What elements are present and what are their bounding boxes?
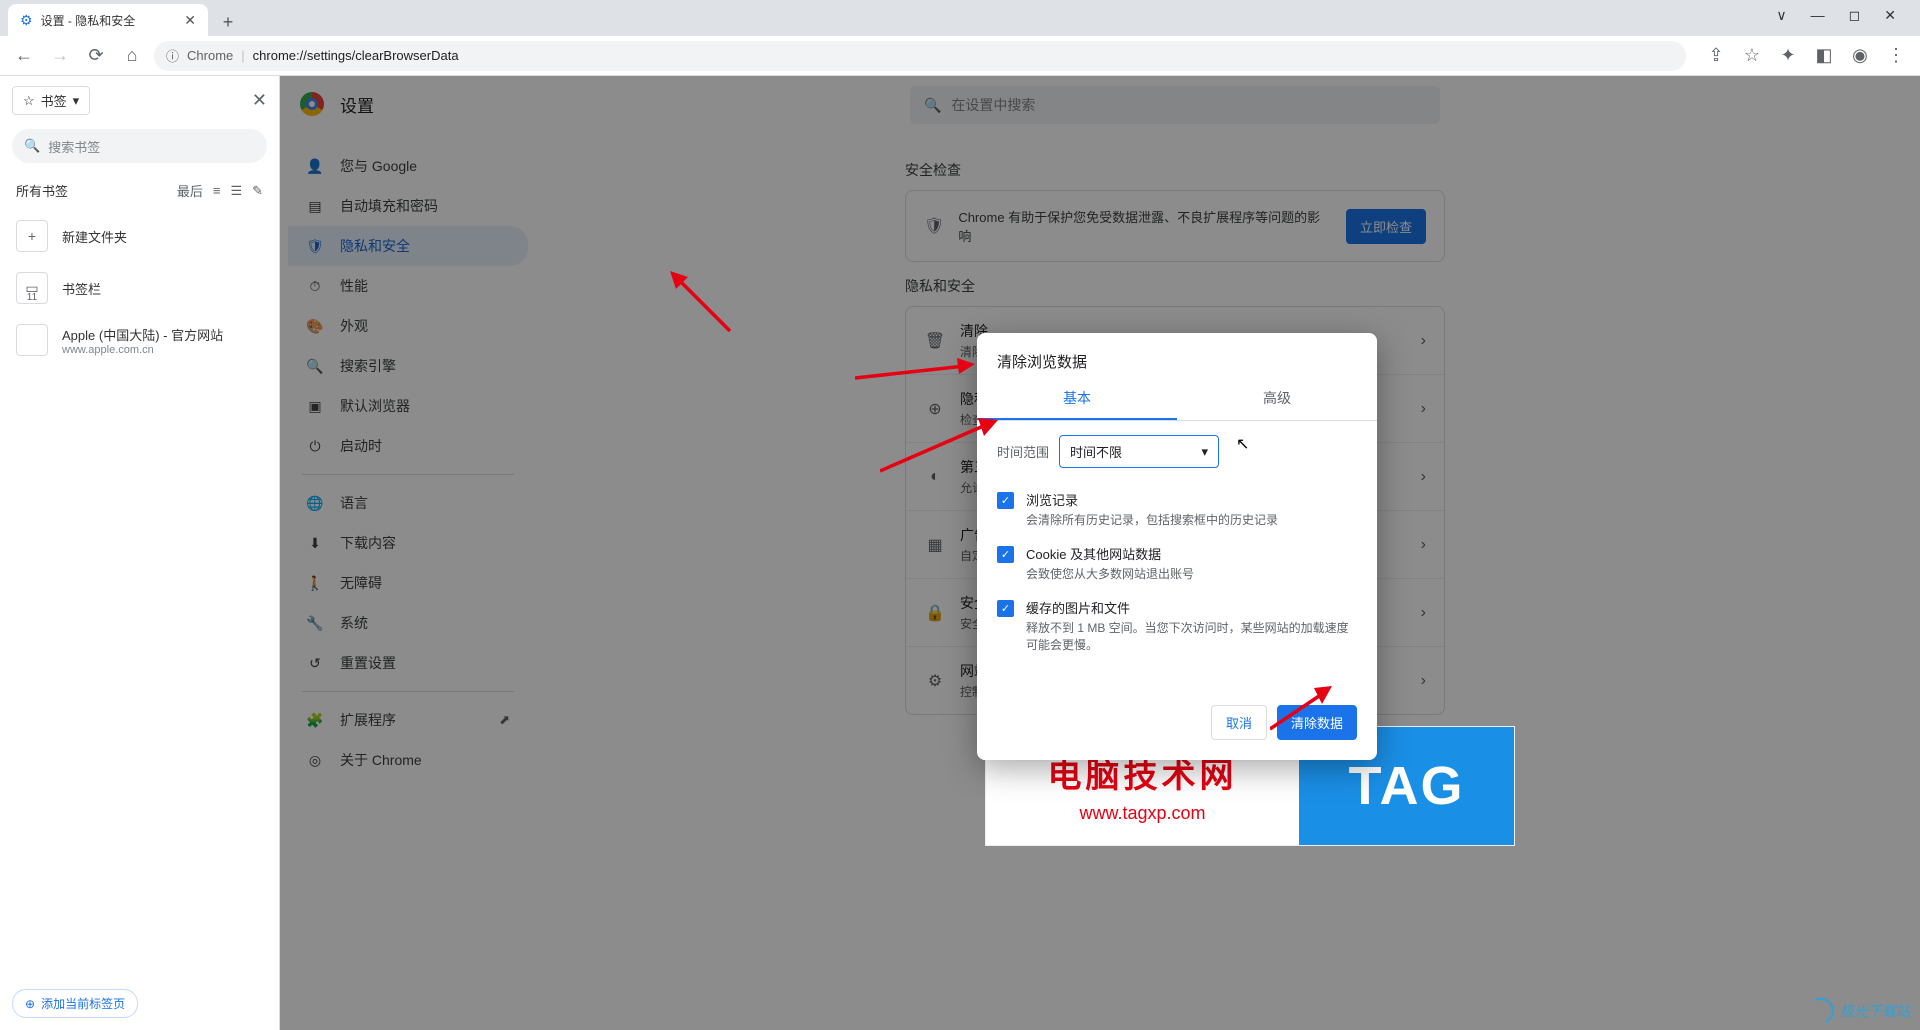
side-panel-icon[interactable]: ◧ [1810, 42, 1838, 70]
close-window-icon[interactable]: ✕ [1884, 7, 1896, 24]
new-folder-row[interactable]: + 新建文件夹 [0, 210, 279, 262]
profile-icon[interactable]: ◉ [1846, 42, 1874, 70]
forward-button[interactable]: → [46, 42, 74, 70]
dialog-title: 清除浏览数据 [977, 333, 1377, 378]
folder-icon: ▭11 [16, 272, 48, 304]
site-info-icon[interactable]: ⓘ [166, 46, 179, 65]
close-panel-icon[interactable]: ✕ [252, 90, 267, 111]
bookmark-star-icon[interactable]: ☆ [1738, 42, 1766, 70]
view-list-icon[interactable]: ☰ [230, 183, 242, 199]
bookmarks-search-placeholder: 搜索书签 [48, 137, 100, 156]
checkbox-sub: 释放不到 1 MB 空间。当您下次访问时，某些网站的加载速度可能会更慢。 [1026, 619, 1357, 653]
home-button[interactable]: ⌂ [118, 42, 146, 70]
url-text: chrome://settings/clearBrowserData [253, 48, 459, 63]
new-folder-label: 新建文件夹 [62, 227, 127, 246]
tab-title: 设置 - 隐私和安全 [41, 12, 136, 29]
checkbox-checked-icon: ✓ [997, 546, 1014, 563]
checkbox-title: 浏览记录 [1026, 490, 1278, 509]
bookmarks-dropdown-label: 书签 [41, 91, 67, 110]
chevron-down-icon: ▾ [73, 93, 80, 109]
plus-icon: + [16, 220, 48, 252]
reload-button[interactable]: ⟳ [82, 42, 110, 70]
checkbox-title: 缓存的图片和文件 [1026, 598, 1357, 617]
bookmark-url: www.apple.com.cn [62, 344, 223, 356]
tab-basic[interactable]: 基本 [977, 378, 1177, 420]
bookmarks-dropdown[interactable]: ☆ 书签 ▾ [12, 86, 90, 115]
checkbox-cache[interactable]: ✓ 缓存的图片和文件释放不到 1 MB 空间。当您下次访问时，某些网站的加载速度… [997, 590, 1357, 661]
checkbox-checked-icon: ✓ [997, 492, 1014, 509]
bookmarks-panel: ☆ 书签 ▾ ✕ 🔍 搜索书签 所有书签 最后 ≡ ☰ ✎ + 新建文件夹 ▭1… [0, 76, 280, 1030]
tab-advanced[interactable]: 高级 [1177, 378, 1377, 420]
kebab-menu-icon[interactable]: ⋮ [1882, 42, 1910, 70]
annotation-arrow [855, 358, 975, 393]
star-icon: ☆ [23, 93, 35, 109]
annotation-arrow [670, 271, 740, 346]
apple-icon [16, 324, 48, 356]
time-range-value: 时间不限 [1070, 442, 1122, 461]
cancel-button[interactable]: 取消 [1211, 705, 1267, 740]
checkbox-title: Cookie 及其他网站数据 [1026, 544, 1194, 563]
maximize-icon[interactable]: ◻ [1849, 7, 1861, 24]
sort-label[interactable]: 最后 [177, 181, 203, 200]
edit-icon[interactable]: ✎ [252, 183, 263, 199]
checkbox-checked-icon: ✓ [997, 600, 1014, 617]
time-range-select[interactable]: 时间不限 ▾ [1059, 435, 1219, 468]
search-icon: 🔍 [24, 138, 40, 154]
swoosh-icon [1804, 994, 1837, 1027]
share-icon[interactable]: ⇪ [1702, 42, 1730, 70]
bookmarks-bar-label: 书签栏 [62, 279, 101, 298]
minimize-icon[interactable]: — [1811, 7, 1825, 23]
all-bookmarks-label: 所有书签 [16, 181, 68, 200]
window-menu-icon[interactable]: ∨ [1776, 7, 1786, 24]
gear-icon: ⚙ [20, 12, 33, 29]
checkbox-sub: 会致使您从大多数网站退出账号 [1026, 565, 1194, 582]
browser-tab[interactable]: ⚙ 设置 - 隐私和安全 ✕ [8, 4, 208, 36]
annotation-arrow [1270, 684, 1340, 739]
bookmarks-search[interactable]: 🔍 搜索书签 [12, 129, 267, 163]
back-button[interactable]: ← [10, 42, 38, 70]
checkbox-browsing-history[interactable]: ✓ 浏览记录会清除所有历史记录，包括搜索框中的历史记录 [997, 482, 1357, 536]
bookmarks-bar-folder[interactable]: ▭11 书签栏 [0, 262, 279, 314]
bookmark-item-apple[interactable]: Apple (中国大陆) - 官方网站 www.apple.com.cn [0, 314, 279, 366]
checkbox-cookies[interactable]: ✓ Cookie 及其他网站数据会致使您从大多数网站退出账号 [997, 536, 1357, 590]
address-bar[interactable]: ⓘ Chrome | chrome://settings/clearBrowse… [154, 41, 1686, 71]
close-tab-icon[interactable]: ✕ [184, 12, 196, 29]
annotation-arrow [880, 416, 1000, 481]
time-range-label: 时间范围 [997, 442, 1049, 461]
bookmark-title: Apple (中国大陆) - 官方网站 [62, 325, 223, 344]
plus-circle-icon: ⊕ [25, 997, 35, 1011]
watermark-url: www.tagxp.com [1079, 803, 1205, 824]
new-tab-button[interactable]: + [214, 8, 242, 36]
checkbox-sub: 会清除所有历史记录，包括搜索框中的历史记录 [1026, 511, 1278, 528]
extensions-icon[interactable]: ✦ [1774, 42, 1802, 70]
corner-watermark: 极光下载站 [1808, 998, 1910, 1024]
add-current-label: 添加当前标签页 [41, 995, 125, 1012]
corner-watermark-text: 极光下载站 [1840, 1001, 1910, 1021]
add-current-tab-button[interactable]: ⊕ 添加当前标签页 [12, 989, 138, 1018]
mouse-cursor-icon: ↖ [1236, 434, 1249, 454]
url-host-label: Chrome [187, 48, 233, 63]
dropdown-arrow-icon: ▾ [1201, 444, 1208, 460]
filter-icon[interactable]: ≡ [213, 183, 221, 198]
